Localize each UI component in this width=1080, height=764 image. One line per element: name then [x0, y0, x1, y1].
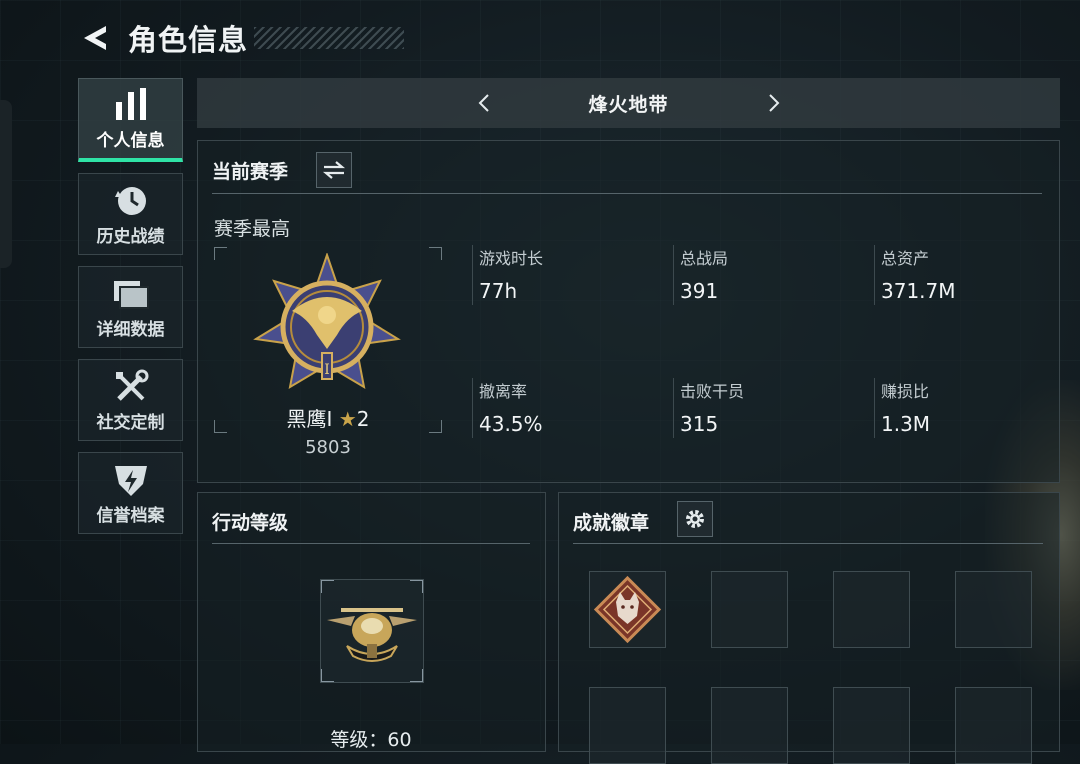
swap-arrows-icon	[322, 161, 346, 179]
stat-total-matches: 总战局 391	[673, 245, 863, 305]
season-name: 烽火地带	[588, 93, 669, 116]
nav-item-label: 社交定制	[96, 412, 165, 433]
stat-value: 77h	[479, 279, 518, 303]
left-edge-tab	[0, 100, 12, 268]
svg-text:I: I	[324, 362, 330, 378]
divider	[212, 543, 530, 544]
header: 角色信息	[78, 18, 405, 58]
side-nav: 个人信息 历史战绩 详细数据 社交定制 信誉档案	[78, 78, 183, 545]
current-season-title: 当前赛季	[212, 161, 289, 183]
achievement-badge-slot[interactable]	[955, 571, 1032, 648]
swap-button[interactable]	[316, 152, 352, 188]
divider	[212, 193, 1042, 194]
divider	[573, 543, 1043, 544]
stat-label: 总资产	[881, 249, 930, 268]
nav-item-personal-info[interactable]: 个人信息	[78, 78, 183, 162]
nav-item-label: 详细数据	[96, 319, 165, 340]
action-level-title: 行动等级	[212, 512, 289, 534]
nav-item-label: 个人信息	[96, 131, 165, 151]
bar-chart-icon	[113, 86, 149, 124]
nav-item-detail-data[interactable]: 详细数据	[78, 266, 183, 348]
stat-label: 游戏时长	[479, 249, 544, 268]
chevron-right-icon[interactable]	[760, 90, 786, 116]
back-arrow-icon[interactable]	[78, 21, 112, 55]
achievement-badge-slot[interactable]	[589, 687, 666, 764]
history-clock-icon	[113, 182, 149, 220]
stat-play-time: 游戏时长 77h	[472, 245, 662, 305]
stat-value: 391	[680, 279, 719, 303]
title-decoration	[254, 27, 405, 49]
stat-extraction-rate: 撤离率 43.5%	[472, 378, 662, 438]
nav-item-social-custom[interactable]: 社交定制	[78, 359, 183, 441]
current-season-panel: 当前赛季 赛季最高 I 黑鹰I ★2 5803 游戏时长 77h 总战局 391	[197, 140, 1060, 483]
stat-label: 撤离率	[479, 382, 528, 401]
achievements-title: 成就徽章	[573, 512, 650, 534]
nav-item-label: 历史战绩	[96, 226, 165, 247]
achievement-badge-slot[interactable]	[833, 571, 910, 648]
achievement-settings-button[interactable]	[677, 501, 713, 537]
rank-stars: 2	[356, 407, 370, 431]
star-icon: ★	[338, 407, 357, 431]
wolf-badge-icon	[593, 575, 662, 644]
rank-score: 5803	[305, 437, 351, 458]
achievement-badge-slot[interactable]	[955, 687, 1032, 764]
emblem-lightning-icon	[113, 461, 149, 499]
season-high-label: 赛季最高	[214, 218, 291, 240]
stat-value: 371.7M	[881, 279, 956, 303]
chevron-left-icon[interactable]	[472, 90, 498, 116]
nav-item-credit-record[interactable]: 信誉档案	[78, 452, 183, 534]
achievement-badge-slot[interactable]	[711, 571, 788, 648]
gear-icon	[686, 510, 704, 528]
nav-item-label: 信誉档案	[96, 505, 165, 526]
stacked-folders-icon	[112, 275, 150, 313]
wrench-screwdriver-icon	[113, 368, 149, 406]
stat-profit-loss-ratio: 赚损比 1.3M	[874, 378, 1064, 438]
rank-name-line: 黑鹰I ★2	[198, 403, 458, 432]
stat-operators-defeated: 击败干员 315	[673, 378, 863, 438]
achievements-panel: 成就徽章	[558, 492, 1060, 764]
achievement-badge-slot[interactable]	[711, 687, 788, 764]
achievement-badge-slot[interactable]	[833, 687, 910, 764]
stat-total-assets: 总资产 371.7M	[874, 245, 1064, 305]
rank-name: 黑鹰I	[286, 407, 333, 431]
page-title: 角色信息	[128, 23, 249, 57]
nav-item-history[interactable]: 历史战绩	[78, 173, 183, 255]
achievement-badge-slot[interactable]	[589, 571, 666, 648]
stat-value: 315	[680, 412, 719, 436]
level-frame	[320, 579, 424, 683]
level-text: 等级：60	[330, 729, 412, 751]
stat-label: 总战局	[680, 249, 729, 268]
action-level-panel: 行动等级 等级：60	[197, 492, 546, 752]
stat-label: 击败干员	[680, 382, 745, 401]
helicopter-emblem-icon	[327, 608, 417, 662]
season-selector: 烽火地带	[197, 78, 1060, 128]
rank-emblem-icon: I	[252, 251, 402, 401]
stat-value: 43.5%	[479, 412, 543, 436]
stat-value: 1.3M	[881, 412, 931, 436]
stat-label: 赚损比	[881, 382, 930, 401]
